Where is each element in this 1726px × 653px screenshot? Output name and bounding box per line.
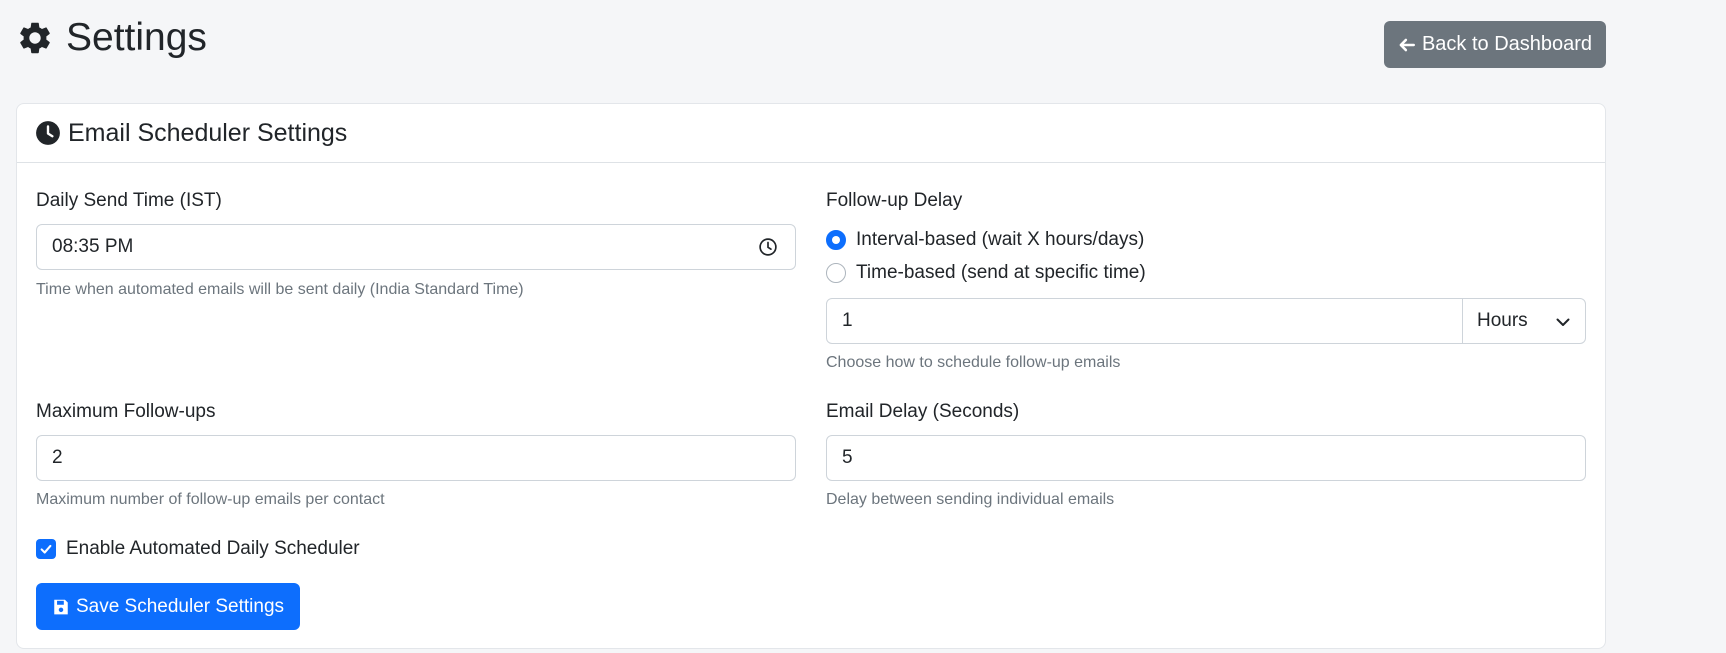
gear-icon [16, 19, 54, 57]
floppy-disk-icon [52, 598, 70, 616]
follow-up-delay-value: 1 [842, 310, 853, 331]
back-to-dashboard-label: Back to Dashboard [1421, 33, 1593, 55]
radio-interval-label: Interval-based (wait X hours/days) [856, 229, 1145, 250]
email-delay-input[interactable]: 5 [826, 435, 1586, 481]
save-scheduler-settings-button[interactable]: Save Scheduler Settings [36, 583, 300, 630]
daily-send-time-label: Daily Send Time (IST) [36, 190, 222, 211]
time-picker-icon[interactable] [759, 238, 777, 256]
email-delay-label: Email Delay (Seconds) [826, 401, 1020, 422]
max-follow-ups-help: Maximum number of follow-up emails per c… [36, 491, 385, 508]
checkbox-checked-icon[interactable] [36, 539, 56, 559]
daily-send-time-value: 08:35 PM [52, 236, 134, 257]
email-delay-value: 5 [842, 447, 853, 468]
follow-up-delay-help: Choose how to schedule follow-up emails [826, 354, 1121, 371]
daily-send-time-help: Time when automated emails will be sent … [36, 281, 524, 298]
scheduler-settings-card: Email Scheduler Settings [16, 103, 1606, 649]
follow-up-delay-label: Follow-up Delay [826, 190, 963, 211]
save-scheduler-settings-label: Save Scheduler Settings [75, 595, 285, 617]
back-to-dashboard-button[interactable]: Back to Dashboard [1384, 21, 1606, 68]
page-header: Settings [16, 16, 207, 60]
radio-checked-icon[interactable] [826, 230, 846, 250]
arrow-left-icon [1398, 36, 1416, 54]
max-follow-ups-input[interactable]: 2 [36, 435, 796, 481]
daily-send-time-input[interactable]: 08:35 PM [36, 224, 796, 270]
card-header: Email Scheduler Settings [17, 104, 1605, 163]
enable-scheduler-label: Enable Automated Daily Scheduler [66, 538, 360, 559]
follow-up-delay-unit-select[interactable]: Hours [1462, 298, 1586, 344]
email-delay-help: Delay between sending individual emails [826, 491, 1115, 508]
max-follow-ups-value: 2 [52, 447, 63, 468]
radio-unchecked-icon[interactable] [826, 263, 846, 283]
follow-up-delay-input[interactable]: 1 [826, 298, 1463, 344]
follow-up-delay-unit-value: Hours [1477, 310, 1528, 331]
radio-interval-based[interactable]: Interval-based (wait X hours/days) [826, 229, 1144, 251]
radio-time-label: Time-based (send at specific time) [856, 262, 1146, 283]
enable-scheduler-checkbox-row[interactable]: Enable Automated Daily Scheduler [36, 538, 360, 560]
clock-icon [35, 120, 61, 146]
chevron-down-icon [1555, 314, 1571, 330]
card-title: Email Scheduler Settings [68, 118, 348, 147]
page-title: Settings [66, 16, 207, 59]
radio-time-based[interactable]: Time-based (send at specific time) [826, 262, 1146, 284]
max-follow-ups-label: Maximum Follow-ups [36, 401, 216, 422]
